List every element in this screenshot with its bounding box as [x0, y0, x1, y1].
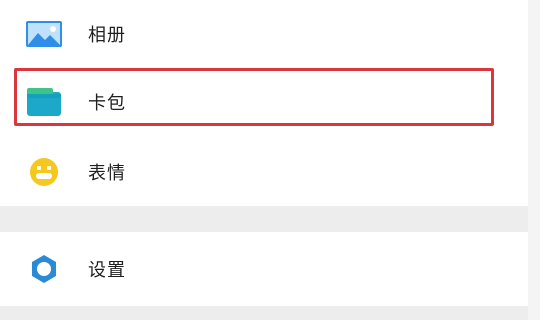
me-page-menu: 相册 卡包 表情 设置	[0, 0, 540, 320]
settings-gear-icon	[24, 251, 64, 287]
menu-item-label: 表情	[88, 163, 126, 184]
menu-item-card-wallet[interactable]: 卡包	[0, 68, 528, 136]
menu-item-stickers[interactable]: 表情	[0, 138, 528, 206]
right-edge-strip	[528, 0, 540, 320]
menu-group-main: 相册 卡包 表情	[0, 0, 528, 206]
photo-album-icon	[24, 16, 64, 52]
smiley-face-icon	[24, 154, 64, 190]
menu-group-settings: 设置	[0, 232, 528, 306]
menu-item-label: 卡包	[88, 93, 126, 114]
menu-item-label: 相册	[88, 25, 126, 46]
card-wallet-icon	[24, 84, 64, 120]
menu-item-label: 设置	[88, 260, 126, 281]
menu-item-settings[interactable]: 设置	[0, 235, 528, 303]
menu-item-album[interactable]: 相册	[0, 0, 528, 68]
